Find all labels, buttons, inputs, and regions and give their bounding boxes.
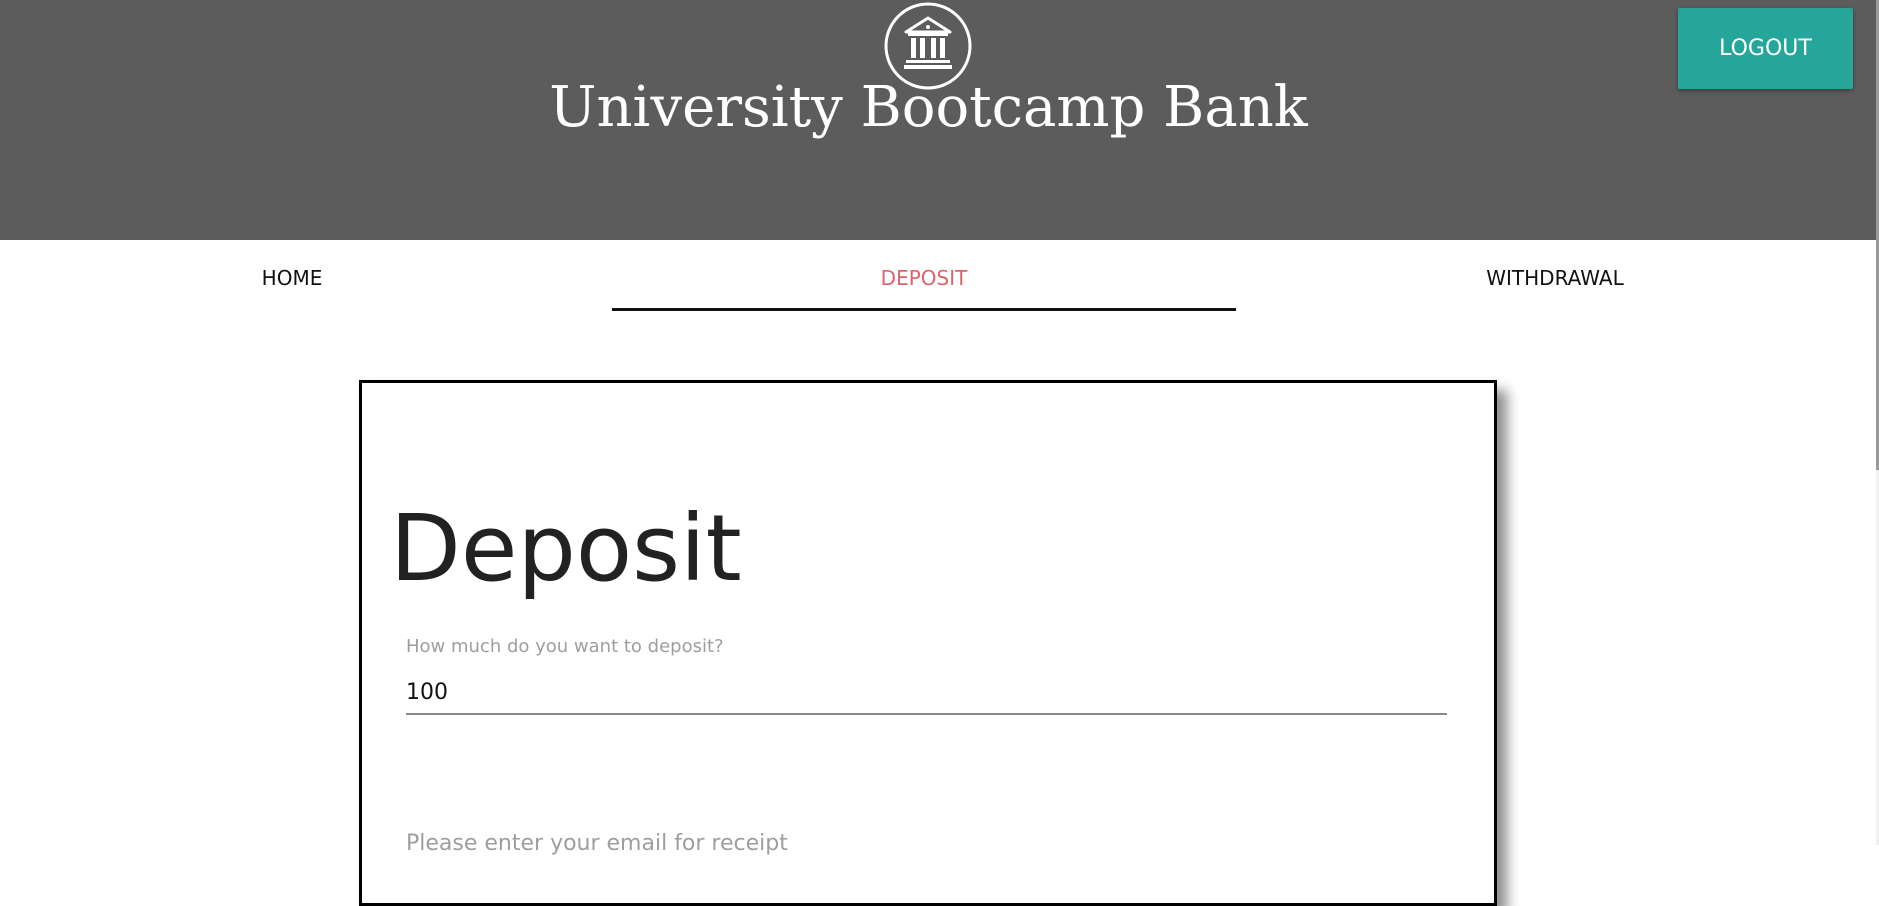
active-tab-indicator (612, 308, 1236, 311)
header-banner: University Bootcamp Bank LOGOUT (0, 0, 1876, 240)
tab-deposit[interactable]: DEPOSIT (724, 240, 1124, 316)
deposit-card: Deposit How much do you want to deposit?… (359, 380, 1497, 906)
tab-home[interactable]: HOME (92, 240, 492, 316)
page-title: Deposit (390, 495, 742, 602)
brand-title: University Bootcamp Bank (549, 75, 1308, 140)
tab-withdrawal[interactable]: WITHDRAWAL (1355, 240, 1755, 316)
nav-tabs: HOME DEPOSIT WITHDRAWAL (0, 240, 1876, 316)
email-label: Please enter your email for receipt (406, 831, 788, 856)
logout-button[interactable]: LOGOUT (1678, 8, 1853, 89)
amount-label: How much do you want to deposit? (406, 636, 724, 657)
amount-input[interactable] (406, 671, 1447, 715)
